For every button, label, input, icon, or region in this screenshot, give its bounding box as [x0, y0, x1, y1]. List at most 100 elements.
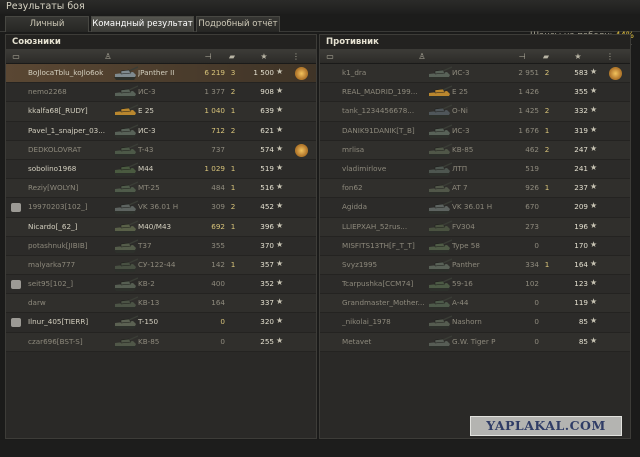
xp-star-icon: ★: [590, 105, 598, 115]
player-row[interactable]: Svyz1995 Panther 334 1 164 ★: [320, 255, 630, 276]
tank-icon: [114, 239, 138, 253]
damage-value: 0: [534, 298, 539, 308]
player-name: czar696[BST-S]: [28, 336, 83, 346]
xp-star-icon: ★: [590, 239, 598, 249]
player-icon[interactable]: ♙: [416, 52, 428, 62]
tank-icon: [114, 315, 138, 330]
tank-icon: [428, 315, 452, 330]
player-row[interactable]: vladimirlove ЛТП 519 241 ★: [320, 159, 630, 180]
player-row[interactable]: BoJlocaTblu_koJlo6ok JPanther II 6 219 3 1 5…: [6, 64, 316, 84]
enemies-list: k1_dra ИС-3 2 951 2 583 ★ REAL_MADRID_199... E …: [320, 64, 630, 352]
tank-icon: [114, 143, 138, 157]
tank-icon: [114, 162, 138, 176]
kills-value: 1: [544, 259, 550, 269]
player-row[interactable]: Agidda VK 36.01 H 670 209 ★: [320, 198, 630, 218]
squad-icon[interactable]: ▭: [324, 52, 336, 62]
medal-icon[interactable]: [295, 143, 308, 157]
player-name: LLIEPXAH_52rus...: [342, 221, 408, 231]
player-row[interactable]: sobolino1968 M44 1 029 1 519 ★: [6, 159, 316, 180]
player-name: REAL_MADRID_199...: [342, 87, 418, 97]
xp-icon[interactable]: ★: [572, 52, 584, 62]
tank-name: O-Ni: [452, 106, 468, 116]
player-row[interactable]: Ilnur_405[TIERR] T-150 0 320 ★: [6, 313, 316, 333]
kills-icon[interactable]: ▰: [226, 52, 238, 62]
kills-icon[interactable]: ▰: [540, 52, 552, 62]
enemies-column-header: ▭ ♙ ⊣ ▰ ★ ⋮: [320, 50, 630, 64]
kills-value: 2: [230, 202, 236, 212]
tank-icon: [428, 181, 452, 196]
player-row[interactable]: tank_1234456678... O-Ni 1 425 2 332 ★: [320, 102, 630, 122]
player-row[interactable]: fon62 AT 7 926 1 237 ★: [320, 179, 630, 199]
tab-team[interactable]: Командный результат: [91, 16, 194, 32]
player-row[interactable]: potashnuk[JIBIB] T37 355 370 ★: [6, 236, 316, 256]
player-row[interactable]: k1_dra ИС-3 2 951 2 583 ★: [320, 64, 630, 84]
achievements-icon[interactable]: ⋮: [290, 52, 302, 62]
tank-name: M40/M43: [138, 221, 172, 231]
tank-name: MT-25: [138, 183, 160, 193]
player-name: vladimirlove: [342, 163, 387, 173]
xp-value: 1 500: [253, 68, 274, 77]
player-name: darw: [28, 298, 46, 308]
player-name: sobolino1968: [28, 163, 77, 173]
damage-value: 334: [525, 259, 539, 269]
tank-icon: [428, 258, 452, 272]
xp-value: 621: [260, 125, 274, 135]
tank-name: KB-85: [138, 336, 160, 346]
tank-icon: [114, 277, 138, 292]
player-icon[interactable]: ♙: [102, 52, 114, 62]
player-row[interactable]: REAL_MADRID_199... E 25 1 426 355 ★: [320, 83, 630, 103]
tank-icon: [428, 66, 452, 80]
squad-icon[interactable]: ▭: [10, 52, 22, 62]
damage-icon[interactable]: ⊣: [202, 52, 214, 62]
player-row[interactable]: LLIEPXAH_52rus... FV304 273 196 ★: [320, 217, 630, 237]
xp-star-icon: ★: [276, 239, 284, 249]
player-row[interactable]: seit95[102_] KB-2 400 352 ★: [6, 275, 316, 295]
xp-star-icon: ★: [276, 105, 284, 115]
player-row[interactable]: czar696[BST-S] KB-85 0 255 ★: [6, 332, 316, 352]
player-row[interactable]: Pavel_1_snajper_03... ИС-3 712 2 621 ★: [6, 121, 316, 141]
player-row[interactable]: Reziy[WOLYN] MT-25 484 1 516 ★: [6, 179, 316, 199]
player-row[interactable]: mrlisa KB-85 462 2 247 ★: [320, 140, 630, 160]
damage-icon[interactable]: ⊣: [516, 52, 528, 62]
tank-name: KB-85: [452, 144, 474, 154]
player-row[interactable]: _nikolai_1978 Nashorn 0 85 ★: [320, 313, 630, 333]
damage-value: 926: [525, 183, 539, 193]
tank-icon: [428, 239, 452, 253]
tab-detailed[interactable]: Подробный отчёт: [196, 16, 280, 32]
damage-value: 0: [534, 240, 539, 250]
player-row[interactable]: kkalfa68[_RUDY] E 25 1 040 1 639 ★: [6, 102, 316, 122]
kills-value: 1: [230, 221, 236, 231]
player-name: nemo2268: [28, 87, 67, 97]
xp-value: 639: [260, 106, 274, 116]
player-row[interactable]: DANIK91DANIK[T_B] ИС-3 1 676 1 319 ★: [320, 121, 630, 141]
damage-value: 2 951: [518, 68, 539, 77]
tab-personal[interactable]: Личный результат: [5, 16, 89, 44]
tank-icon: [428, 296, 452, 311]
player-row[interactable]: Metavet G.W. Tiger P 0 85 ★: [320, 332, 630, 352]
xp-star-icon: ★: [590, 201, 598, 211]
player-row[interactable]: Tcarpushka[CCM74] 59-16 102 123 ★: [320, 275, 630, 295]
player-row[interactable]: darw KB-13 164 337 ★: [6, 294, 316, 314]
xp-star-icon: ★: [276, 316, 284, 326]
clan-badge-icon: [11, 318, 21, 328]
clan-badge-icon: [11, 280, 21, 290]
tank-icon: [114, 296, 138, 311]
player-row[interactable]: DEDKOLOVRAT T-43 737 574 ★: [6, 140, 316, 160]
xp-value: 574: [260, 144, 274, 154]
xp-icon[interactable]: ★: [258, 52, 270, 62]
player-row[interactable]: nemo2268 ИС-3 1 377 2 908 ★: [6, 83, 316, 103]
achievements-icon[interactable]: ⋮: [604, 52, 616, 62]
player-row[interactable]: Grandmaster_Mother... A-44 0 119 ★: [320, 294, 630, 314]
player-row[interactable]: Nicardo[_62_] M40/M43 692 1 396 ★: [6, 217, 316, 237]
tank-name: 59-16: [452, 279, 473, 289]
medal-icon[interactable]: [609, 67, 622, 80]
player-row[interactable]: 19970203[102_] VK 36.01 H 309 2 452 ★: [6, 198, 316, 218]
player-name: Pavel_1_snajper_03...: [28, 125, 106, 135]
xp-value: 352: [260, 279, 274, 289]
player-row[interactable]: MISFITS13TH[F_T_T] Type 58 0 170 ★: [320, 236, 630, 256]
player-name: Reziy[WOLYN]: [28, 183, 79, 193]
player-name: Tcarpushka[CCM74]: [342, 279, 414, 289]
medal-icon[interactable]: [295, 67, 308, 80]
tank-icon: [114, 219, 138, 234]
player-row[interactable]: malyarka777 СУ-122-44 142 1 357 ★: [6, 255, 316, 276]
